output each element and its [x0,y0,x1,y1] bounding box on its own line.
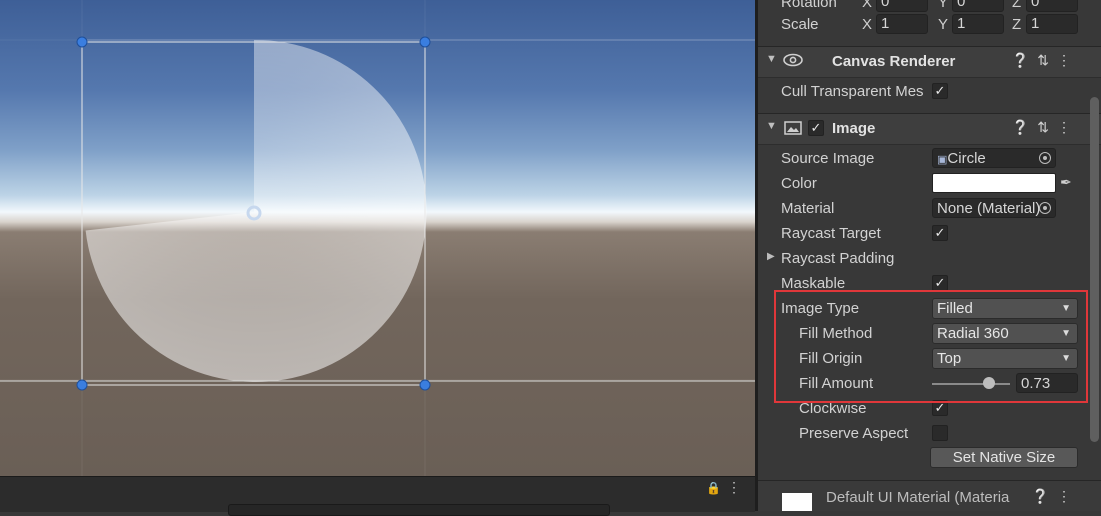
fold-arrow-icon[interactable]: ▼ [766,120,777,132]
kebab-icon[interactable]: ⋮ [727,479,741,496]
component-header-icons: ❔⋮ [1032,488,1079,505]
presets-icon[interactable]: ⇅ [1037,52,1057,68]
corner-handle-bottom-right[interactable] [419,379,431,391]
inspector-panel: Rotation X0 Y0 Z0 Scale X1 Y1 Z1 ▼ Canva… [758,0,1101,511]
source-image-row: Source Image ▣Circle [758,148,1088,170]
canvas-renderer-header[interactable]: ▼ Canvas Renderer ❔⇅⋮ [758,46,1101,78]
maskable-checkbox[interactable]: ✓ [932,275,948,291]
image-component-title: Image [832,120,876,137]
corner-handle-bottom-left[interactable] [76,379,88,391]
raycast-padding-row[interactable]: ▶ Raycast Padding [758,248,1088,270]
scene-view[interactable] [0,0,755,476]
rotation-row: Rotation X0 Y0 Z0 [758,0,1088,14]
corner-handle-top-left[interactable] [76,36,88,48]
raycast-target-label: Raycast Target [781,225,881,242]
component-header-icons: ❔⇅⋮ [1012,119,1079,136]
help-icon[interactable]: ❔ [1012,52,1037,68]
eye-icon [782,52,804,72]
set-native-size-button[interactable]: Set Native Size [930,447,1078,468]
image-enabled-checkbox[interactable]: ✓ [808,120,824,136]
rotation-label: Rotation [781,0,837,11]
raycast-target-checkbox[interactable]: ✓ [932,225,948,241]
kebab-icon[interactable]: ⋮ [1057,52,1079,68]
raycast-padding-label: Raycast Padding [781,250,895,267]
material-field[interactable]: None (Material) [932,198,1056,218]
kebab-icon[interactable]: ⋮ [1057,488,1079,504]
cull-transparent-row: Cull Transparent Mes ✓ [758,81,1088,103]
cull-transparent-label: Cull Transparent Mes [781,83,924,100]
color-row: Color ✒ [758,173,1088,195]
scene-footer-bar: 🔒 ⋮ [0,476,755,516]
cull-transparent-checkbox[interactable]: ✓ [932,83,948,99]
material-row: Material None (Material) [758,198,1088,220]
component-header-icons: ❔⇅⋮ [1012,52,1079,69]
search-field[interactable] [228,504,610,516]
fold-arrow-icon[interactable]: ▼ [766,53,777,65]
source-image-label: Source Image [781,150,875,167]
highlight-annotation [774,290,1088,403]
help-icon[interactable]: ❔ [1012,119,1037,135]
material-footer[interactable]: Default UI Material (Materia ❔⋮ [758,480,1101,511]
corner-handle-top-right[interactable] [419,36,431,48]
scale-label: Scale [781,16,819,33]
object-picker-icon[interactable] [1039,152,1051,164]
radial-filled-image[interactable] [85,39,427,382]
raycast-target-row: Raycast Target ✓ [758,223,1088,245]
foldout-arrow-icon[interactable]: ▶ [767,251,775,262]
kebab-icon[interactable]: ⋮ [1057,119,1079,135]
preserve-aspect-checkbox[interactable] [932,425,948,441]
material-footer-title: Default UI Material (Materia [826,489,1010,506]
inspector-scrollbar[interactable] [1090,97,1099,442]
material-label: Material [781,200,835,217]
preserve-aspect-row: Preserve Aspect [758,423,1088,445]
set-native-size-row: Set Native Size [758,447,1088,469]
scene-canvas[interactable] [0,0,755,476]
preserve-aspect-label: Preserve Aspect [799,425,909,442]
eyedropper-icon[interactable]: ✒ [1060,174,1072,191]
color-swatch[interactable] [932,173,1056,193]
sprite-icon: ▣ [937,154,948,166]
canvas-renderer-title: Canvas Renderer [832,53,956,70]
image-component-header[interactable]: ▼ ✓ Image ❔⇅⋮ [758,113,1101,145]
object-picker-icon[interactable] [1039,202,1051,214]
image-component-icon [784,121,802,139]
lock-icon[interactable]: 🔒 [706,481,721,495]
presets-icon[interactable]: ⇅ [1037,119,1057,135]
help-icon[interactable]: ❔ [1032,488,1057,504]
material-preview-swatch [782,493,812,511]
color-label: Color [781,175,817,192]
source-image-field[interactable]: ▣Circle [932,148,1056,168]
scale-row: Scale X1 Y1 Z1 [758,14,1088,36]
